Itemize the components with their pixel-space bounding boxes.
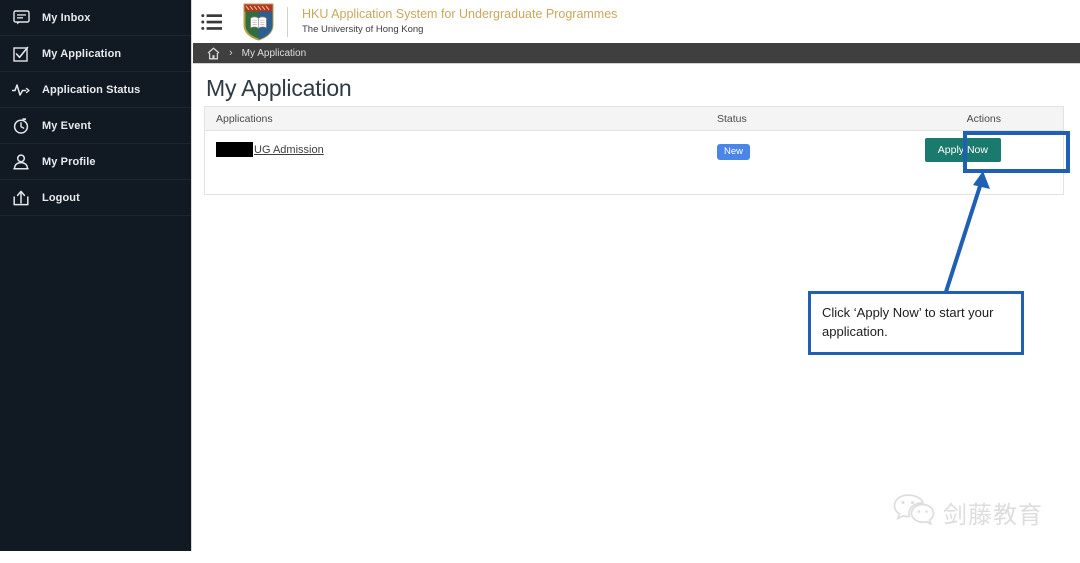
callout-box: Click ‘Apply Now’ to start your applicat… <box>808 291 1024 355</box>
sidebar-item-label: Logout <box>42 191 80 204</box>
hku-crest-icon <box>243 3 274 41</box>
sidebar-item-label: My Event <box>42 119 92 132</box>
sidebar-item-my-profile[interactable]: My Profile <box>0 144 191 180</box>
column-header-applications: Applications <box>216 112 273 125</box>
sidebar-item-label: My Inbox <box>42 11 91 24</box>
sidebar-item-label: My Application <box>42 47 122 60</box>
checkbox-check-icon <box>11 44 31 64</box>
column-header-status: Status <box>717 112 747 125</box>
header-titles: HKU Application System for Undergraduate… <box>302 7 617 37</box>
table-row: UG Admission New Apply Now <box>205 131 1063 169</box>
cell-actions: Apply Now <box>907 138 1063 162</box>
sidebar: My Inbox My Application Application Stat… <box>0 0 192 551</box>
breadcrumb-current[interactable]: My Application <box>242 48 306 59</box>
callout-text: Click ‘Apply Now’ to start your applicat… <box>822 305 994 339</box>
cell-application: UG Admission <box>205 141 717 159</box>
watermark-text: 剑藤教育 <box>943 500 1043 529</box>
logout-share-icon <box>11 188 31 208</box>
sidebar-item-label: Application Status <box>42 83 141 96</box>
sidebar-item-my-event[interactable]: My Event <box>0 108 191 144</box>
hamburger-list-icon[interactable] <box>201 13 223 31</box>
applications-table: Applications Status Actions UG Admission… <box>204 106 1064 195</box>
watermark: 剑藤教育 <box>893 492 1043 532</box>
app-subtitle: The University of Hong Kong <box>302 24 424 36</box>
person-icon <box>11 152 31 172</box>
app-header: HKU Application System for Undergraduate… <box>193 0 1080 43</box>
sidebar-item-my-inbox[interactable]: My Inbox <box>0 0 191 36</box>
status-badge: New <box>717 143 751 160</box>
header-divider <box>287 6 288 37</box>
app-title: HKU Application System for Undergraduate… <box>302 6 618 21</box>
sidebar-item-logout[interactable]: Logout <box>0 180 191 216</box>
table-header-row: Applications Status Actions <box>205 106 1063 131</box>
apply-now-button[interactable]: Apply Now <box>924 138 1001 162</box>
redacted-block <box>216 142 253 158</box>
page-title: My Application <box>206 75 352 101</box>
sidebar-item-application-status[interactable]: Application Status <box>0 72 191 108</box>
breadcrumb: › My Application <box>193 43 1080 64</box>
wechat-icon <box>893 492 935 532</box>
sidebar-item-my-application[interactable]: My Application <box>0 36 191 72</box>
application-link[interactable]: UG Admission <box>254 144 324 156</box>
activity-pulse-icon <box>11 80 31 100</box>
breadcrumb-separator: › <box>229 47 233 59</box>
cell-status: New <box>717 141 907 160</box>
inbox-message-icon <box>11 8 31 28</box>
home-icon[interactable] <box>207 47 220 60</box>
table-row-spacer <box>205 169 1063 194</box>
sidebar-item-label: My Profile <box>42 155 96 168</box>
clock-icon <box>11 116 31 136</box>
column-header-actions: Actions <box>966 112 1001 125</box>
